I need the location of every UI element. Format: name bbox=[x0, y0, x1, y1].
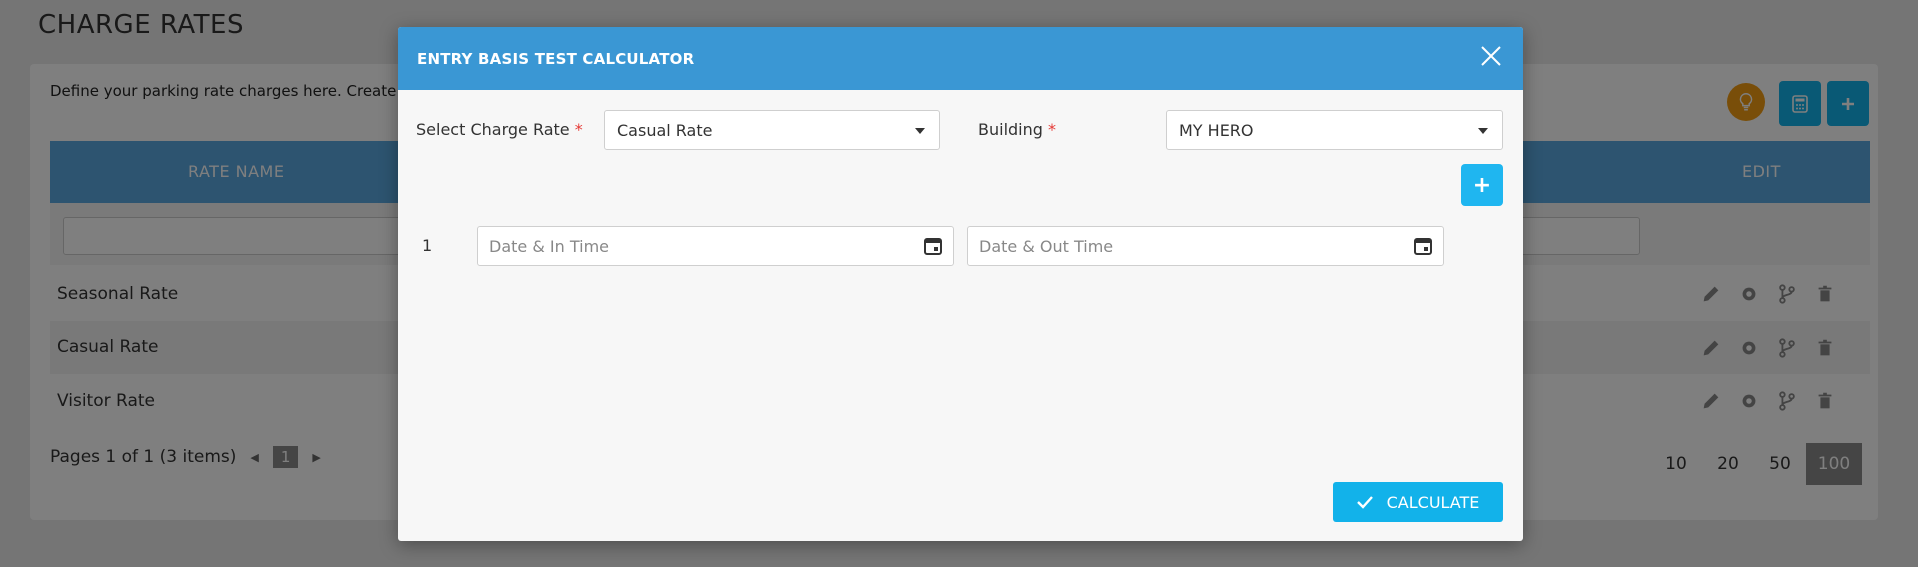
calculate-label: CALCULATE bbox=[1386, 492, 1480, 512]
date-out-field[interactable]: Date & Out Time bbox=[967, 226, 1444, 266]
close-icon[interactable] bbox=[1477, 42, 1505, 70]
entry-number: 1 bbox=[422, 236, 433, 255]
charge-rate-label: Select Charge Rate * bbox=[416, 120, 583, 139]
modal-header: ENTRY BASIS TEST CALCULATOR bbox=[398, 27, 1523, 90]
date-out-placeholder: Date & Out Time bbox=[979, 237, 1114, 256]
chevron-down-icon bbox=[915, 128, 925, 134]
modal-title: ENTRY BASIS TEST CALCULATOR bbox=[417, 50, 695, 68]
calendar-icon[interactable] bbox=[1413, 236, 1433, 256]
check-icon bbox=[1356, 496, 1373, 509]
charge-rate-select[interactable]: Casual Rate bbox=[604, 110, 940, 150]
calculate-button[interactable]: CALCULATE bbox=[1333, 482, 1503, 522]
date-in-placeholder: Date & In Time bbox=[489, 237, 609, 256]
building-value: MY HERO bbox=[1179, 121, 1254, 140]
building-select[interactable]: MY HERO bbox=[1166, 110, 1503, 150]
chevron-down-icon bbox=[1478, 128, 1488, 134]
date-in-field[interactable]: Date & In Time bbox=[477, 226, 954, 266]
add-entry-button[interactable]: + bbox=[1461, 164, 1503, 206]
building-label: Building * bbox=[978, 120, 1056, 139]
charge-rate-value: Casual Rate bbox=[617, 121, 713, 140]
calendar-icon[interactable] bbox=[923, 236, 943, 256]
calculator-modal: ENTRY BASIS TEST CALCULATOR Select Charg… bbox=[398, 27, 1523, 541]
